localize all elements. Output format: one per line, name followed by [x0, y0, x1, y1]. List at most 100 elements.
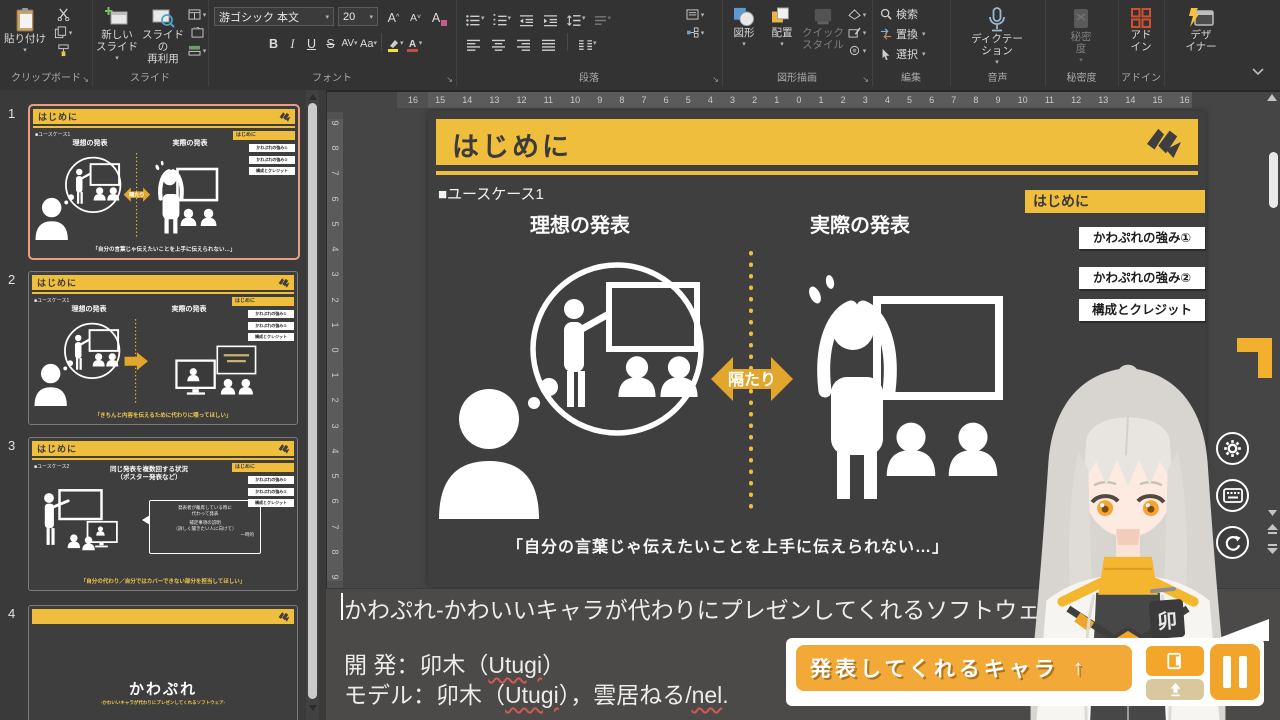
decrease-indent-button[interactable] — [517, 7, 536, 27]
clear-formatting-button[interactable]: A — [430, 6, 449, 26]
keyboard-button[interactable] — [1216, 479, 1249, 512]
next-slide-button[interactable] — [1267, 542, 1278, 556]
dictation-button[interactable]: ディクテー ション ▾ — [968, 2, 1026, 69]
slide-thumbnail-2[interactable]: はじめに ■ユースケース1 理想の発表 実際の発表 はじめに かわぷれの強み① … — [28, 271, 298, 425]
misspelled-word: Utugi — [505, 682, 559, 708]
columns-button[interactable]: ▾ — [577, 32, 598, 52]
underline-button[interactable]: U — [302, 32, 321, 52]
font-color-button[interactable]: A ▾ — [405, 32, 424, 52]
shape-outline-button[interactable]: ▾ — [846, 24, 868, 41]
character-spacing-button[interactable]: AV▾ — [340, 32, 359, 52]
scroll-up-icon[interactable] — [309, 94, 317, 100]
designer-button[interactable]: デザ イナー — [1178, 2, 1224, 53]
text-direction-button[interactable]: ▾ — [592, 7, 613, 27]
mini-tab: はじめに — [232, 297, 294, 306]
convert-smartart-button[interactable]: ▾ — [684, 24, 706, 41]
sensitivity-button[interactable]: 秘密 度 ▾ — [1061, 2, 1101, 67]
pause-button[interactable] — [1210, 644, 1260, 700]
canvas-scroll-up-icon[interactable] — [1267, 94, 1277, 101]
upload-button[interactable] — [1146, 679, 1204, 700]
mini-quote: 「自分の代わり／自分ではカバーできない部分を担当してほしい」 — [29, 577, 297, 585]
collapse-ribbon-button[interactable] — [1252, 68, 1264, 76]
align-left-button[interactable] — [464, 32, 483, 52]
grow-font-button[interactable]: A^ — [384, 6, 403, 26]
sidebar-tab-strength1[interactable]: かわぷれの強み① — [1079, 227, 1205, 249]
sensitivity-label: 秘密 度 — [1071, 31, 1092, 55]
slide-thumbnail-1[interactable]: はじめに ■ユースケース1 理想の発表 実際の発表 はじめに かわぷれの強み① … — [28, 104, 300, 260]
line-spacing-button[interactable]: ▾ — [565, 7, 587, 27]
select-button[interactable]: 選択 ▾ — [880, 46, 926, 62]
sidebar-tab-credits[interactable]: 構成とクレジット — [1079, 299, 1205, 321]
sidebar-tab-strength2[interactable]: かわぷれの強み② — [1079, 267, 1205, 289]
slide-quote[interactable]: 「自分の言葉じゃ伝えたいことを上手に伝えられない…」 — [428, 533, 1028, 557]
sidebar-tab-hajimeni[interactable]: はじめに — [1025, 190, 1205, 213]
ruler-number: 0 — [330, 342, 340, 358]
text-direction-icon — [593, 14, 608, 27]
font-name-combo[interactable]: 游ゴシック 本文 ▾ — [214, 7, 334, 26]
highlight-button[interactable]: ▾ — [385, 32, 405, 52]
canvas-scroll-down-icon[interactable] — [1268, 510, 1277, 516]
paragraph-group-label: 段落 — [456, 69, 722, 84]
replace-button[interactable]: 置換 ▾ — [880, 26, 926, 42]
paste-button[interactable]: 貼り付け ▾ — [4, 2, 46, 57]
settings-button[interactable] — [1216, 432, 1249, 465]
scroll-down-icon[interactable] — [309, 705, 317, 711]
change-case-label: Aa — [360, 36, 373, 52]
kawapre-logo-icon — [1144, 125, 1184, 159]
shape-effects-button[interactable]: ▾ — [846, 42, 868, 59]
reset-slide-button[interactable] — [186, 24, 208, 41]
increase-indent-button[interactable] — [541, 7, 560, 27]
font-size-combo[interactable]: 20 ▾ — [338, 7, 378, 26]
exit-button[interactable] — [1146, 646, 1204, 676]
up-arrow-glyph: ↑ — [1073, 655, 1084, 681]
find-button[interactable]: 検索 — [880, 6, 918, 22]
copy-button[interactable]: ▾ — [52, 24, 74, 41]
addins-button[interactable]: アド イン — [1121, 2, 1161, 53]
mini-slide-graphic — [32, 312, 282, 406]
text-align-button[interactable]: ▾ — [684, 6, 706, 23]
ruler-number: 9 — [597, 93, 602, 107]
section-button[interactable]: ▾ — [186, 42, 208, 59]
arrange-icon — [771, 7, 793, 27]
numbering-button[interactable]: ▾ — [491, 7, 513, 27]
bullets-button[interactable]: ▾ — [464, 7, 486, 27]
shapes-button[interactable]: 図形 ▾ — [726, 2, 762, 51]
clipboard-dialog-launcher[interactable]: ↘ — [82, 76, 89, 84]
thumbnail-scrollbar-thumb[interactable] — [308, 103, 317, 699]
mini-slide-graphic — [33, 146, 283, 240]
italic-button[interactable]: I — [283, 32, 302, 52]
slide-layout-button[interactable]: ▾ — [186, 6, 208, 23]
align-center-button[interactable] — [489, 32, 508, 52]
previous-slide-button[interactable] — [1267, 524, 1278, 538]
quick-styles-button[interactable]: クイック スタイル — [802, 2, 844, 51]
new-slide-button[interactable]: 新しい スライド ▾ — [94, 2, 140, 65]
format-painter-button[interactable] — [52, 42, 74, 59]
arrange-button[interactable]: 配置 ▾ — [764, 2, 800, 51]
slide-title-bar[interactable]: はじめに — [436, 119, 1198, 165]
slide-thumbnail-4[interactable]: かわぷれ -かわいいキャラが代わりにプレゼンしてくれるソフトウェア- — [28, 605, 298, 720]
paragraph-dialog-launcher[interactable]: ↘ — [712, 76, 719, 84]
reuse-slides-button[interactable]: スライドの 再利用 — [140, 2, 186, 65]
mini-tab: かわぷれの強み① — [248, 310, 294, 318]
cut-button[interactable] — [52, 6, 74, 23]
section-icon — [188, 45, 201, 56]
mini-tab: かわぷれの強み① — [248, 476, 294, 484]
usecase-label[interactable]: ■ユースケース1 — [438, 183, 544, 204]
chevron-down-icon: ▾ — [325, 13, 329, 21]
slide-thumbnail-3[interactable]: はじめに ■ユースケース2 同じ発表を複数回する状況 （ポスター発表など） 発表… — [28, 437, 298, 591]
mini-title-bar: はじめに — [32, 275, 294, 290]
align-right-button[interactable] — [514, 32, 533, 52]
canvas-scrollbar-thumb[interactable] — [1269, 152, 1278, 208]
thumbnail-scrollbar[interactable] — [306, 90, 319, 720]
drawing-dialog-launcher[interactable]: ↘ — [862, 76, 869, 84]
strikethrough-button[interactable]: S — [321, 32, 340, 52]
reset-pose-button[interactable] — [1216, 526, 1249, 559]
dictation-label: ディクテー ション — [971, 33, 1023, 57]
find-label: 検索 — [896, 6, 918, 22]
shape-fill-button[interactable]: ▾ — [846, 6, 868, 23]
shrink-font-button[interactable]: A˅ — [406, 6, 425, 26]
bold-button[interactable]: B — [264, 32, 283, 52]
font-dialog-launcher[interactable]: ↘ — [446, 76, 453, 84]
change-case-button[interactable]: Aa▾ — [359, 32, 378, 52]
justify-button[interactable] — [539, 32, 558, 52]
